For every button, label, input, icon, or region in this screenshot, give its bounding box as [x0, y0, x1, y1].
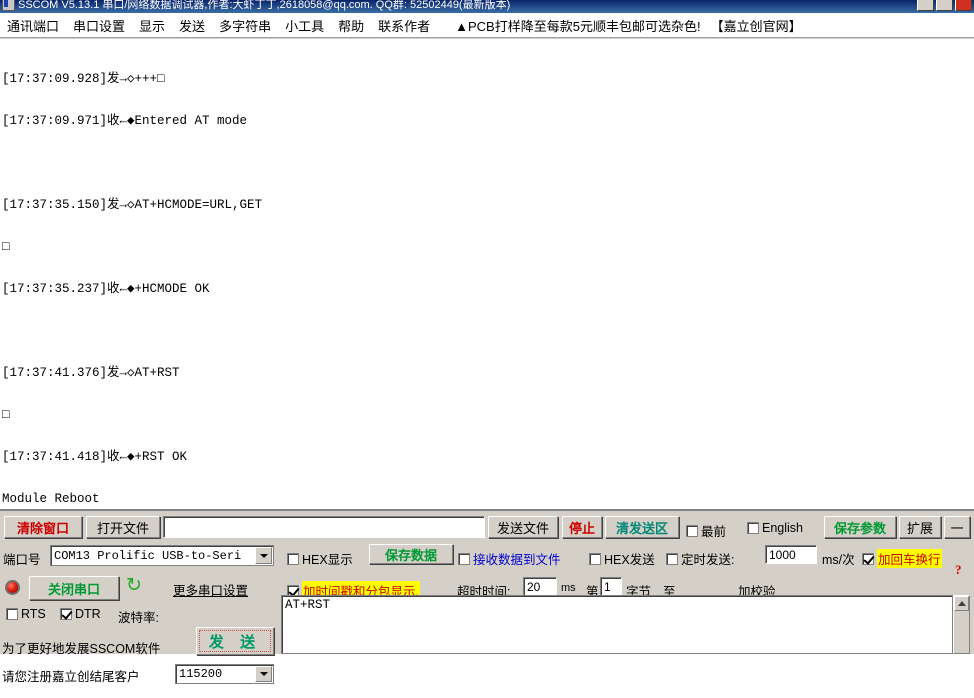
hex-send-checkbox-box	[589, 553, 601, 565]
menu-item-send[interactable]: 发送	[172, 14, 212, 37]
scroll-up-icon[interactable]	[954, 596, 969, 611]
dtr-label: DTR	[75, 607, 101, 621]
terminal-line: [17:37:35.150]发→◇AT+HCMODE=URL,GET	[2, 198, 974, 212]
chevron-down-icon[interactable]	[255, 666, 272, 682]
window-title: SSCOM V5.13.1 串口/网络数据调试器,作者:大虾丁丁,2618058…	[18, 0, 510, 12]
menu-bar: 通讯端口 串口设置 显示 发送 多字符串 小工具 帮助 联系作者 ▲PCB打样降…	[0, 13, 974, 38]
terminal-line: □	[2, 240, 974, 254]
footer-ad-line-2: 请您注册嘉立创结尾客户	[2, 670, 187, 684]
timed-send-checkbox[interactable]: 定时发送:	[666, 549, 734, 568]
hex-display-label: HEX显示	[302, 549, 353, 568]
extend-button[interactable]: 扩展	[899, 516, 941, 538]
english-label: English	[762, 521, 803, 535]
terminal-line: [17:37:35.237]收←◆+HCMODE OK	[2, 282, 974, 296]
more-port-settings-link[interactable]: 更多串口设置	[173, 580, 248, 599]
topmost-label: 最前	[701, 521, 726, 540]
menu-item-tools[interactable]: 小工具	[278, 14, 331, 37]
title-bar: SSCOM V5.13.1 串口/网络数据调试器,作者:大虾丁丁,2618058…	[0, 0, 974, 13]
stop-button[interactable]: 停止	[562, 516, 602, 538]
crlf-checkbox-box	[862, 553, 874, 565]
window-controls	[917, 0, 972, 11]
control-panel: 清除窗口 打开文件 发送文件 停止 清发送区 最前 English 保存参数 扩…	[0, 510, 974, 654]
topmost-checkbox[interactable]: 最前	[686, 521, 726, 540]
maximize-button[interactable]	[936, 0, 953, 11]
footer-advertisement: 为了更好地发展SSCOM软件 请您注册嘉立创结尾客户	[2, 628, 187, 698]
english-checkbox-box	[747, 522, 759, 534]
timeout-unit-label: ms	[561, 582, 576, 594]
ad-text: ▲PCB打样降至每款5元顺丰包邮可选杂色!	[455, 19, 700, 34]
sscom-window: SSCOM V5.13.1 串口/网络数据调试器,作者:大虾丁丁,2618058…	[0, 0, 974, 654]
panel-divider	[0, 510, 974, 513]
menu-item-comm-port[interactable]: 通讯端口	[0, 14, 66, 37]
receive-to-file-label: 接收数据到文件	[473, 549, 561, 568]
terminal-line: [17:37:41.376]发→◇AT+RST	[2, 366, 974, 380]
menu-item-display[interactable]: 显示	[132, 14, 172, 37]
terminal-line	[2, 324, 974, 338]
port-select[interactable]: COM13 Prolific USB-to-Seri	[50, 545, 274, 566]
minimize-button[interactable]	[917, 0, 934, 11]
close-port-button[interactable]: 关闭串口	[29, 576, 119, 600]
help-question-icon[interactable]: ?	[955, 562, 962, 578]
ad-brand-link[interactable]: 【嘉立创官网】	[711, 19, 802, 34]
collapse-button[interactable]: 一	[944, 516, 970, 538]
menu-item-help[interactable]: 帮助	[331, 14, 371, 37]
send-button[interactable]: 发 送	[196, 627, 274, 655]
timed-send-interval-input[interactable]: 1000	[765, 545, 817, 564]
menu-advertisement[interactable]: ▲PCB打样降至每款5元顺丰包邮可选杂色! 【嘉立创官网】	[455, 16, 801, 35]
english-checkbox[interactable]: English	[747, 521, 803, 535]
crlf-label: 加回车换行	[877, 549, 942, 568]
menu-item-port-settings[interactable]: 串口设置	[66, 14, 132, 37]
dtr-checkbox[interactable]: DTR	[60, 607, 101, 621]
clear-send-area-button[interactable]: 清发送区	[605, 516, 679, 538]
file-path-input[interactable]	[163, 516, 485, 538]
interval-unit-label: ms/次	[822, 549, 855, 568]
hex-send-label: HEX发送	[604, 549, 655, 568]
terminal-line: Module Reboot	[2, 492, 974, 506]
topmost-checkbox-box	[686, 525, 698, 537]
terminal-line	[2, 156, 974, 170]
dtr-checkbox-box	[60, 608, 72, 620]
terminal-line: [17:37:09.971]收←◆Entered AT mode	[2, 114, 974, 128]
send-area-scrollbar[interactable]	[953, 595, 970, 654]
chevron-down-icon[interactable]	[255, 547, 272, 564]
save-params-button[interactable]: 保存参数	[824, 516, 896, 538]
terminal-line: [17:37:09.928]发→◇+++□	[2, 72, 974, 86]
save-data-button[interactable]: 保存数据	[369, 544, 453, 564]
send-textarea[interactable]: AT+RST	[281, 595, 953, 654]
port-label: 端口号	[3, 549, 41, 568]
receive-to-file-checkbox-box	[458, 553, 470, 565]
receive-to-file-checkbox[interactable]: 接收数据到文件	[458, 549, 561, 568]
timeout-input[interactable]: 20	[523, 577, 557, 596]
baud-rate-label: 波特率:	[118, 607, 159, 626]
terminal-line: [17:37:41.418]收←◆+RST OK	[2, 450, 974, 464]
receive-terminal[interactable]: [17:37:09.928]发→◇+++□ [17:37:09.971]收←◆E…	[0, 39, 974, 510]
port-status-led-icon	[5, 580, 20, 595]
rts-checkbox[interactable]: RTS	[6, 607, 46, 621]
menu-item-multi-string[interactable]: 多字符串	[212, 14, 278, 37]
terminal-line: □	[2, 408, 974, 422]
close-button[interactable]	[955, 0, 972, 11]
rts-checkbox-box	[6, 608, 18, 620]
rts-label: RTS	[21, 607, 46, 621]
crlf-checkbox[interactable]: 加回车换行	[862, 549, 942, 568]
timed-send-checkbox-box	[666, 553, 678, 565]
hex-send-checkbox[interactable]: HEX发送	[589, 549, 655, 568]
byte-start-input[interactable]: 1	[600, 577, 622, 596]
refresh-ports-icon[interactable]: ↻	[125, 577, 143, 595]
hex-display-checkbox-box	[287, 553, 299, 565]
open-file-button[interactable]: 打开文件	[86, 516, 160, 538]
baud-rate-select[interactable]: 115200	[175, 664, 274, 684]
send-textarea-value: AT+RST	[285, 598, 330, 612]
timed-send-label: 定时发送:	[681, 549, 734, 568]
app-icon	[2, 0, 15, 11]
clear-window-button[interactable]: 清除窗口	[4, 516, 82, 538]
menu-item-contact-author[interactable]: 联系作者	[371, 14, 437, 37]
hex-display-checkbox[interactable]: HEX显示	[287, 549, 353, 568]
send-file-button[interactable]: 发送文件	[488, 516, 558, 538]
port-select-value: COM13 Prolific USB-to-Seri	[54, 549, 241, 563]
